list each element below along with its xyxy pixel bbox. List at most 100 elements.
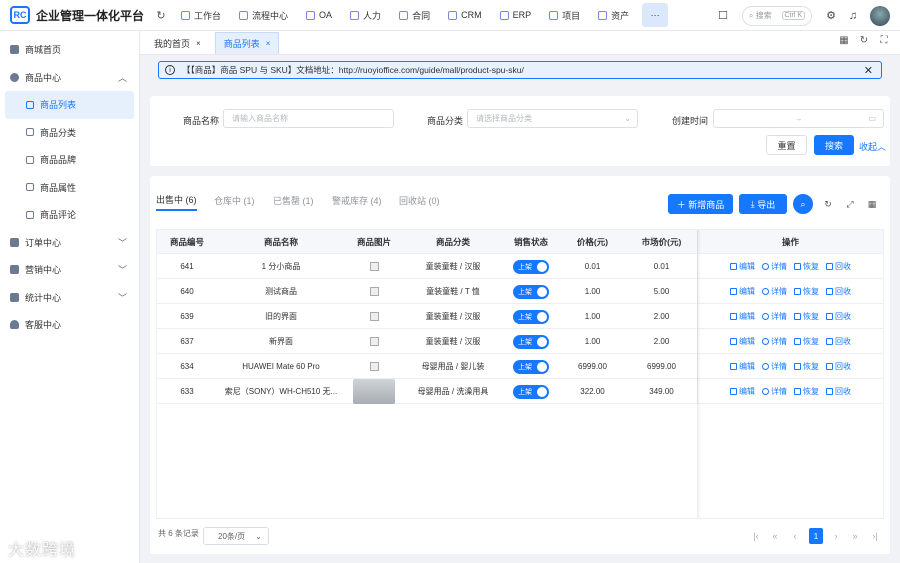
recycle-link[interactable]: 回收 bbox=[826, 311, 851, 322]
export-button[interactable]: ⤓ 导出 bbox=[739, 194, 787, 214]
more-menu-icon[interactable]: ··· bbox=[642, 3, 669, 27]
grid-icon[interactable]: ▦ bbox=[834, 35, 854, 46]
edit-link[interactable]: 编辑 bbox=[730, 311, 755, 322]
sidebar-item-goods-comment[interactable]: 商品评论 bbox=[0, 201, 139, 229]
search-button[interactable]: 搜索 bbox=[814, 135, 854, 155]
edit-link[interactable]: 编辑 bbox=[730, 361, 755, 372]
goods-thumbnail[interactable] bbox=[353, 379, 395, 404]
last-page-icon[interactable]: ›| bbox=[868, 528, 882, 544]
status-toggle[interactable]: 上架 bbox=[513, 384, 549, 399]
close-icon[interactable]: × bbox=[266, 39, 271, 48]
close-icon[interactable]: × bbox=[196, 39, 201, 48]
col-header-status[interactable]: 销售状态 bbox=[503, 230, 559, 254]
refresh-icon[interactable]: ↻ bbox=[818, 194, 838, 214]
restore-link[interactable]: 恢复 bbox=[794, 286, 819, 297]
topmenu-oa[interactable]: OA bbox=[297, 0, 341, 31]
sidebar-item-mall-home[interactable]: 商城首页 bbox=[0, 36, 139, 64]
edit-link[interactable]: 编辑 bbox=[730, 386, 755, 397]
sidebar-item-goods-list[interactable]: 商品列表 bbox=[5, 91, 134, 119]
detail-link[interactable]: 详情 bbox=[762, 361, 787, 372]
detail-link[interactable]: 详情 bbox=[762, 386, 787, 397]
edit-link[interactable]: 编辑 bbox=[730, 261, 755, 272]
recycle-link[interactable]: 回收 bbox=[826, 286, 851, 297]
detail-link[interactable]: 详情 bbox=[762, 336, 787, 347]
topmenu-asset[interactable]: 资产 bbox=[589, 0, 638, 31]
sidebar-item-goods-attribute[interactable]: 商品属性 bbox=[0, 174, 139, 202]
message-icon[interactable]: ☐ bbox=[712, 9, 734, 22]
settings-icon[interactable]: ⚙ bbox=[820, 9, 842, 22]
sidebar-item-statistics-center[interactable]: 统计中心 ﹀ bbox=[0, 284, 139, 312]
topmenu-crm[interactable]: CRM bbox=[439, 0, 491, 31]
restore-link[interactable]: 恢复 bbox=[794, 311, 819, 322]
status-tab-warehouse[interactable]: 仓库中 (1) bbox=[214, 189, 255, 211]
status-tab-recycle-bin[interactable]: 回收站 (0) bbox=[399, 189, 440, 211]
broken-image-icon[interactable] bbox=[369, 262, 379, 271]
refresh-icon[interactable]: ↻ bbox=[150, 9, 172, 22]
recycle-link[interactable]: 回收 bbox=[826, 361, 851, 372]
status-toggle[interactable]: 上架 bbox=[513, 259, 549, 274]
tab-home[interactable]: 我的首页 × bbox=[145, 32, 210, 54]
recycle-link[interactable]: 回收 bbox=[826, 336, 851, 347]
status-tab-sold-out[interactable]: 已售罄 (1) bbox=[273, 189, 314, 211]
alert-text[interactable]: 【【商品】商品 SPU 与 SKU】文档地址：http://ruoyioffic… bbox=[182, 64, 524, 76]
detail-link[interactable]: 详情 bbox=[762, 286, 787, 297]
create-time-range[interactable]: → ▭ bbox=[713, 109, 884, 128]
topmenu-erp[interactable]: ERP bbox=[491, 0, 541, 31]
global-search[interactable]: ⌕ 搜索 Ctrl K bbox=[742, 5, 812, 26]
next-page-icon[interactable]: › bbox=[829, 528, 843, 544]
sidebar-item-goods-brand[interactable]: 商品品牌 bbox=[0, 146, 139, 174]
page-number-current[interactable]: 1 bbox=[809, 528, 823, 544]
status-toggle[interactable]: 上架 bbox=[513, 309, 549, 324]
collapse-link[interactable]: 收起︿ bbox=[859, 140, 886, 153]
bell-icon[interactable]: ♫ bbox=[842, 10, 864, 22]
tab-goods-list[interactable]: 商品列表 × bbox=[214, 32, 280, 54]
broken-image-icon[interactable] bbox=[369, 337, 379, 346]
topmenu-contract[interactable]: 合同 bbox=[390, 0, 439, 31]
col-header-name[interactable]: 商品名称 bbox=[217, 230, 345, 254]
fullscreen-icon[interactable]: ⤢ bbox=[840, 194, 860, 214]
goods-name-input[interactable]: 请输入商品名称 bbox=[223, 109, 394, 128]
fullscreen-icon[interactable]: ⛶ bbox=[874, 35, 894, 46]
restore-link[interactable]: 恢复 bbox=[794, 336, 819, 347]
next-group-icon[interactable]: » bbox=[848, 528, 862, 544]
col-header-image[interactable]: 商品图片 bbox=[345, 230, 403, 254]
prev-group-icon[interactable]: « bbox=[768, 528, 782, 544]
col-header-price[interactable]: 价格(元) bbox=[559, 230, 626, 254]
brand[interactable]: RC 企业管理一体化平台 bbox=[0, 6, 150, 24]
page-size-select[interactable]: 20条/页 ⌄ bbox=[203, 527, 269, 545]
goods-category-select[interactable]: 请选择商品分类 ⌄ bbox=[467, 109, 638, 128]
columns-icon[interactable]: ▦ bbox=[862, 194, 882, 214]
sidebar-item-marketing-center[interactable]: 营销中心 ﹀ bbox=[0, 256, 139, 284]
col-header-market-price[interactable]: 市场价(元) bbox=[626, 230, 697, 254]
status-toggle[interactable]: 上架 bbox=[513, 284, 549, 299]
broken-image-icon[interactable] bbox=[369, 312, 379, 321]
first-page-icon[interactable]: |‹ bbox=[749, 528, 763, 544]
edit-link[interactable]: 编辑 bbox=[730, 336, 755, 347]
detail-link[interactable]: 详情 bbox=[762, 261, 787, 272]
sidebar-item-goods-category[interactable]: 商品分类 bbox=[0, 119, 139, 147]
col-header-id[interactable]: 商品编号 bbox=[157, 230, 217, 254]
detail-link[interactable]: 详情 bbox=[762, 311, 787, 322]
reset-button[interactable]: 重置 bbox=[766, 135, 807, 155]
edit-link[interactable]: 编辑 bbox=[730, 286, 755, 297]
topmenu-workflow[interactable]: 流程中心 bbox=[230, 0, 297, 31]
status-tab-alert-stock[interactable]: 警戒库存 (4) bbox=[332, 189, 382, 211]
broken-image-icon[interactable] bbox=[369, 287, 379, 296]
search-toggle-icon[interactable]: ⌕ bbox=[793, 194, 813, 214]
sidebar-item-service-center[interactable]: 客服中心 bbox=[0, 311, 139, 339]
refresh-icon[interactable]: ↻ bbox=[854, 35, 874, 46]
broken-image-icon[interactable] bbox=[369, 362, 379, 371]
col-header-category[interactable]: 商品分类 bbox=[403, 230, 503, 254]
status-toggle[interactable]: 上架 bbox=[513, 334, 549, 349]
topmenu-hr[interactable]: 人力 bbox=[341, 0, 390, 31]
status-tab-on-sale[interactable]: 出售中 (6) bbox=[156, 189, 197, 211]
restore-link[interactable]: 恢复 bbox=[794, 386, 819, 397]
status-toggle[interactable]: 上架 bbox=[513, 359, 549, 374]
recycle-link[interactable]: 回收 bbox=[826, 261, 851, 272]
avatar[interactable] bbox=[870, 5, 890, 26]
prev-page-icon[interactable]: ‹ bbox=[788, 528, 802, 544]
sidebar-item-goods-center[interactable]: 商品中心 ︿ bbox=[0, 64, 139, 92]
add-goods-button[interactable]: ＋ 新增商品 bbox=[668, 194, 733, 214]
topmenu-project[interactable]: 项目 bbox=[540, 0, 589, 31]
recycle-link[interactable]: 回收 bbox=[826, 386, 851, 397]
